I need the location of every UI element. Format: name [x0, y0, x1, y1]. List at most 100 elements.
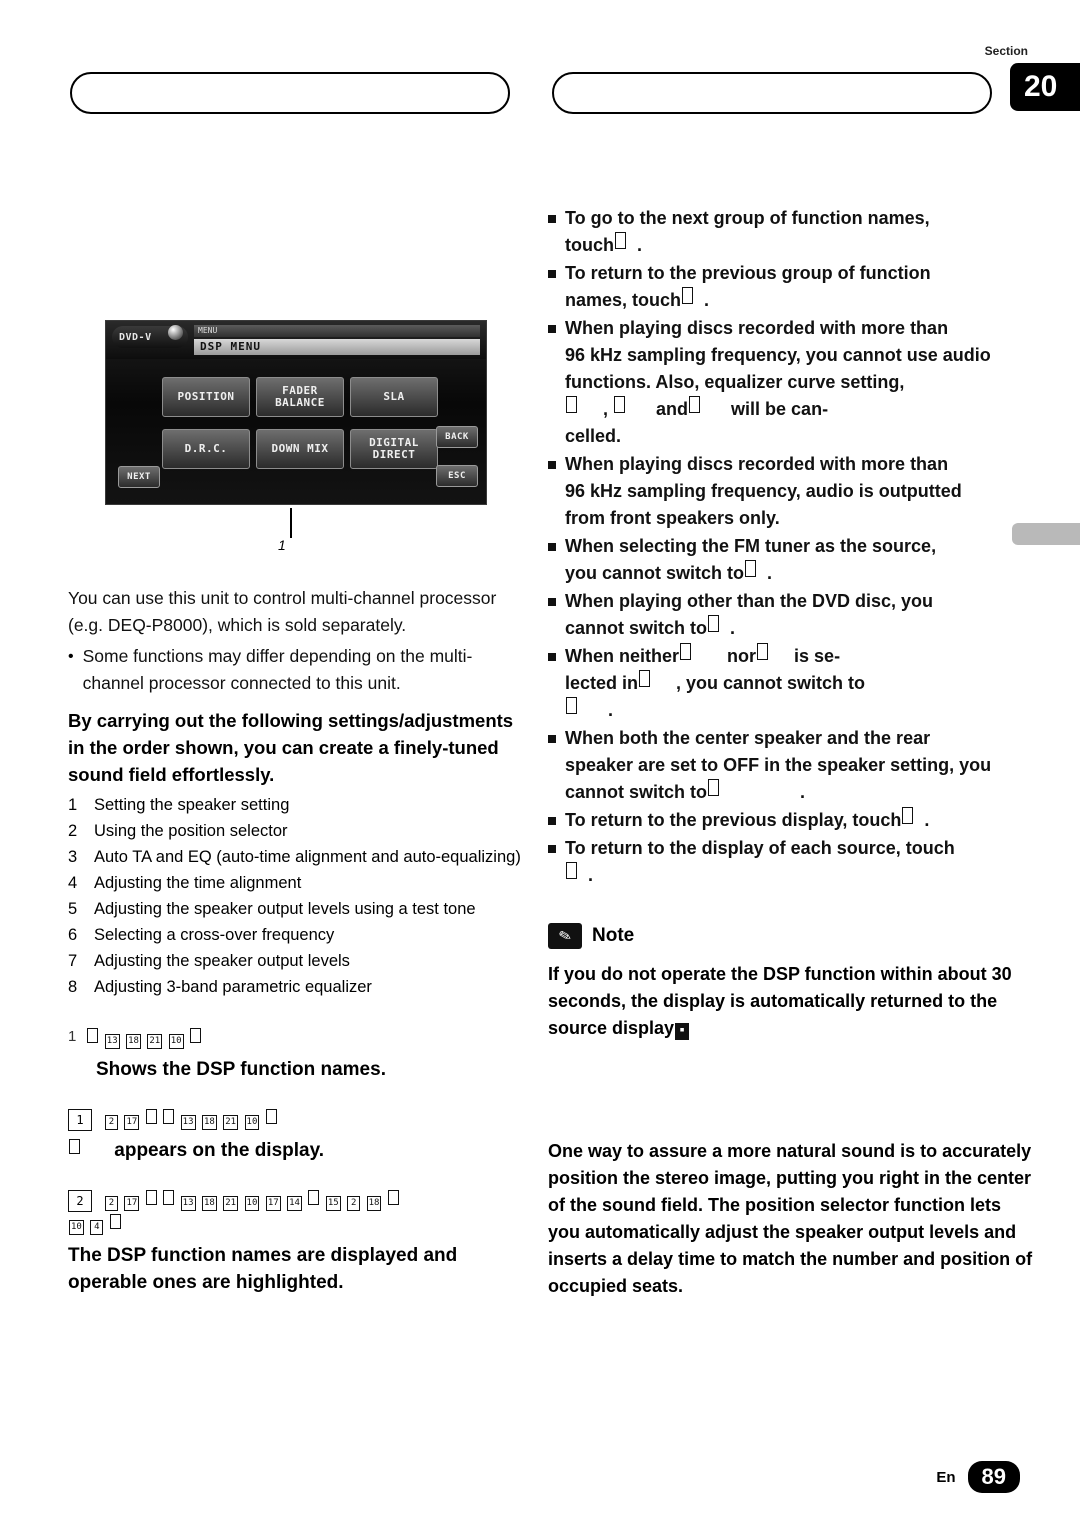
square-bullet-icon	[548, 215, 556, 223]
intro-paragraph: You can use this unit to control multi-c…	[68, 588, 497, 635]
step-text: Adjusting the speaker output levels usin…	[94, 900, 476, 918]
bullet-line-with-glyph: names, touch .	[565, 287, 709, 310]
bullet-line-with-glyph: cannot switch to .	[565, 615, 735, 638]
section-number-tab: 20	[1010, 63, 1080, 111]
step-number: 4	[68, 874, 78, 892]
step-2-result-text: The DSP function names are displayed and…	[68, 1245, 458, 1293]
glyph-box-13-icon: 13	[180, 1115, 196, 1130]
bullet-line: To go to the next group of function name…	[565, 208, 930, 228]
square-bullet-icon	[548, 845, 556, 853]
right-bullet-7-text: When neither nor is se- lected in , you …	[565, 643, 865, 724]
screen-button-sla[interactable]: SLA	[350, 377, 438, 417]
step-text: Adjusting the speaker output levels	[94, 952, 350, 970]
device-screenshot: DVD-V MENU DSP MENU POSITION FADER BALAN…	[105, 320, 487, 505]
glyph-box-blank-icon	[145, 1109, 157, 1124]
callout-leader-line	[290, 508, 292, 538]
bullet-line: To return to the previous group of funct…	[565, 263, 931, 283]
glyph-box-10-icon: 10	[168, 1034, 184, 1049]
caption-glyph-row: 1 13 18 21 10	[68, 1028, 528, 1050]
glyph-box-icon	[639, 670, 651, 687]
screen-button-position[interactable]: POSITION	[162, 377, 250, 417]
glyph-box-17-icon: 17	[124, 1196, 140, 1211]
square-bullet-icon	[548, 325, 556, 333]
glyph-box-icon	[757, 643, 769, 660]
square-bullet-icon	[548, 817, 556, 825]
step-text: Adjusting 3-band parametric equalizer	[94, 978, 372, 996]
glyph-box-2-icon: 2	[105, 1115, 118, 1130]
glyph-box-icon	[87, 1028, 99, 1043]
left-bullet-1: • Some functions may differ depending on…	[68, 643, 528, 697]
bullet-line: celled.	[565, 426, 622, 446]
glyph-box-icon	[566, 396, 577, 413]
screen-button-drc[interactable]: D.R.C.	[162, 429, 250, 469]
square-bullet-icon	[548, 461, 556, 469]
right-bullet-10-text: To return to the display of each source,…	[565, 835, 955, 889]
right-bullet-6: When playing other than the DVD disc, yo…	[548, 588, 1038, 642]
glyph-box-icon	[689, 396, 701, 413]
right-column: To go to the next group of function name…	[548, 205, 1038, 1300]
right-bullet-8-text: When both the center speaker and the rea…	[565, 725, 991, 806]
note-body-text: If you do not operate the DSP function w…	[548, 964, 1012, 1038]
glyph-box-21-icon: 21	[147, 1034, 163, 1049]
note-title: Note	[592, 925, 635, 946]
right-bullet-3-text: When playing discs recorded with more th…	[565, 315, 991, 450]
screen-button-fader-balance[interactable]: FADER BALANCE	[256, 377, 344, 417]
glyph-box-18-icon: 18	[201, 1196, 217, 1211]
bullet-line-with-glyph: .	[565, 697, 613, 720]
step-number: 6	[68, 926, 78, 944]
glyph-box-icon	[708, 779, 720, 796]
bullet-line: functions. Also, equalizer curve setting…	[565, 372, 905, 392]
step-text: Adjusting the time alignment	[94, 874, 302, 892]
list-item: 5 Adjusting the speaker output levels usi…	[68, 896, 528, 922]
right-bullet-7: When neither nor is se- lected in , you …	[548, 643, 1038, 724]
glyph-box-17-icon: 17	[124, 1115, 140, 1130]
bullet-line-with-glyph: .	[565, 862, 593, 885]
bullet-line: When selecting the FM tuner as the sourc…	[565, 536, 937, 556]
step-1-glyphs: 2 17 13 18 21 10	[104, 1109, 278, 1131]
glyph-box-blank2-icon	[163, 1190, 175, 1205]
right-bullet-1: To go to the next group of function name…	[548, 205, 1038, 259]
bullet-line: 96 kHz sampling frequency, you cannot us…	[565, 345, 991, 365]
glyph-box-21-icon: 21	[223, 1196, 239, 1211]
bullet-line: To return to the display of each source,…	[565, 838, 955, 858]
left-bold-heading: By carrying out the following settings/a…	[68, 710, 514, 785]
screen-button-down-mix[interactable]: DOWN MIX	[256, 429, 344, 469]
bullet-line: When both the center speaker and the rea…	[565, 728, 931, 748]
glyph-box-icon	[682, 287, 694, 304]
square-bullet-icon	[548, 735, 556, 743]
caption-text: Shows the DSP function names.	[96, 1059, 386, 1080]
pencil-note-icon: ✎	[548, 923, 582, 949]
glyph-box-blank-icon	[145, 1190, 157, 1205]
list-item: 7 Adjusting the speaker output levels	[68, 948, 528, 974]
bullet-line-with-glyph: cannot switch to .	[565, 779, 805, 802]
ordered-steps-list: 1 Setting the speaker setting 2 Using the …	[68, 792, 528, 1000]
glyph-box-10b-icon: 10	[69, 1220, 84, 1235]
left-bullet-1-text: Some functions may differ depending on t…	[82, 646, 473, 693]
footer: En 89	[936, 1461, 1020, 1493]
screen-button-digital-direct[interactable]: DIGITAL DIRECT	[350, 429, 438, 469]
right-bullet-5-text: When selecting the FM tuner as the sourc…	[565, 533, 936, 587]
square-bullet-icon	[548, 270, 556, 278]
note-header: ✎ Note	[548, 923, 1038, 949]
step-number: 3	[68, 848, 78, 866]
glyph-box-icon	[614, 396, 626, 413]
bullet-line: When playing discs recorded with more th…	[565, 318, 949, 338]
screen-button-back[interactable]: BACK	[436, 426, 478, 448]
screen-button-next[interactable]: NEXT	[118, 466, 160, 488]
step-text: Auto TA and EQ (auto-time alignment and …	[94, 848, 521, 866]
left-column: You can use this unit to control multi-c…	[68, 585, 528, 1296]
right-bullet-6-text: When playing other than the DVD disc, yo…	[565, 588, 933, 642]
step-number: 2	[68, 822, 78, 840]
right-bullet-9-text: To return to the previous display, touch…	[565, 807, 929, 834]
glyph-box-icon	[745, 560, 757, 577]
glyph-box-icon	[680, 643, 692, 660]
glyph-box-17b-icon: 17	[265, 1196, 281, 1211]
bullet-line: from front speakers only.	[565, 508, 780, 528]
screen-button-esc[interactable]: ESC	[436, 465, 478, 487]
glyph-box-10-icon: 10	[244, 1196, 260, 1211]
square-bullet-icon	[548, 653, 556, 661]
glyph-box-21-icon: 21	[223, 1115, 239, 1130]
square-bullet-icon	[548, 543, 556, 551]
list-item: 4 Adjusting the time alignment	[68, 870, 528, 896]
glyph-box-icon: ▪	[675, 1023, 690, 1040]
